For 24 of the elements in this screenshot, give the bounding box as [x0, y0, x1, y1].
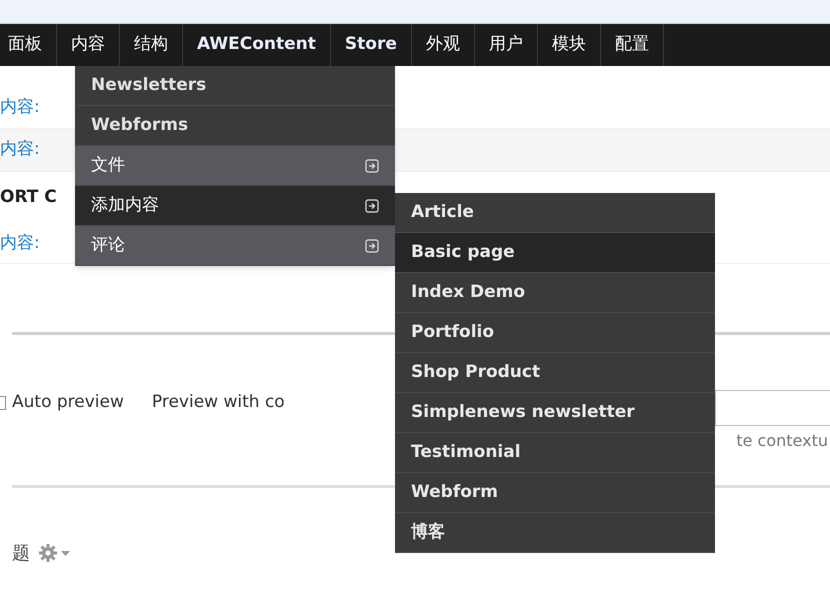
- field-description: te contextu: [736, 430, 828, 452]
- filter-link[interactable]: 内容:: [0, 137, 40, 163]
- menu-tab[interactable]: 外观: [412, 24, 475, 66]
- menu-item[interactable]: 文件: [75, 146, 395, 186]
- menu-item[interactable]: Webforms: [75, 106, 395, 146]
- arrow-right-icon: [365, 158, 379, 172]
- menu-tab[interactable]: 配置: [600, 24, 664, 66]
- preview-label: Preview with co: [152, 391, 285, 414]
- menu-item[interactable]: 添加内容: [75, 186, 395, 226]
- menu-tab[interactable]: 模块: [538, 24, 601, 66]
- menu-tab[interactable]: 面板: [0, 24, 57, 66]
- sort-link[interactable]: 内容:: [0, 230, 40, 256]
- gear-dropdown-icon[interactable]: [38, 543, 72, 563]
- arrow-right-icon: [365, 238, 379, 252]
- filter-link[interactable]: 内容:: [0, 95, 40, 121]
- section-heading: ORT C: [0, 186, 57, 210]
- menu-item[interactable]: 评论: [75, 226, 395, 266]
- arrow-right-icon: [365, 198, 379, 212]
- menu-tab[interactable]: 用户: [474, 24, 538, 66]
- input-field[interactable]: [715, 390, 830, 426]
- menu-item[interactable]: Newsletters: [75, 66, 395, 106]
- auto-preview-label: Auto preview: [12, 391, 124, 414]
- section-heading: 题: [12, 542, 30, 566]
- menu-item[interactable]: Basic page: [395, 233, 715, 273]
